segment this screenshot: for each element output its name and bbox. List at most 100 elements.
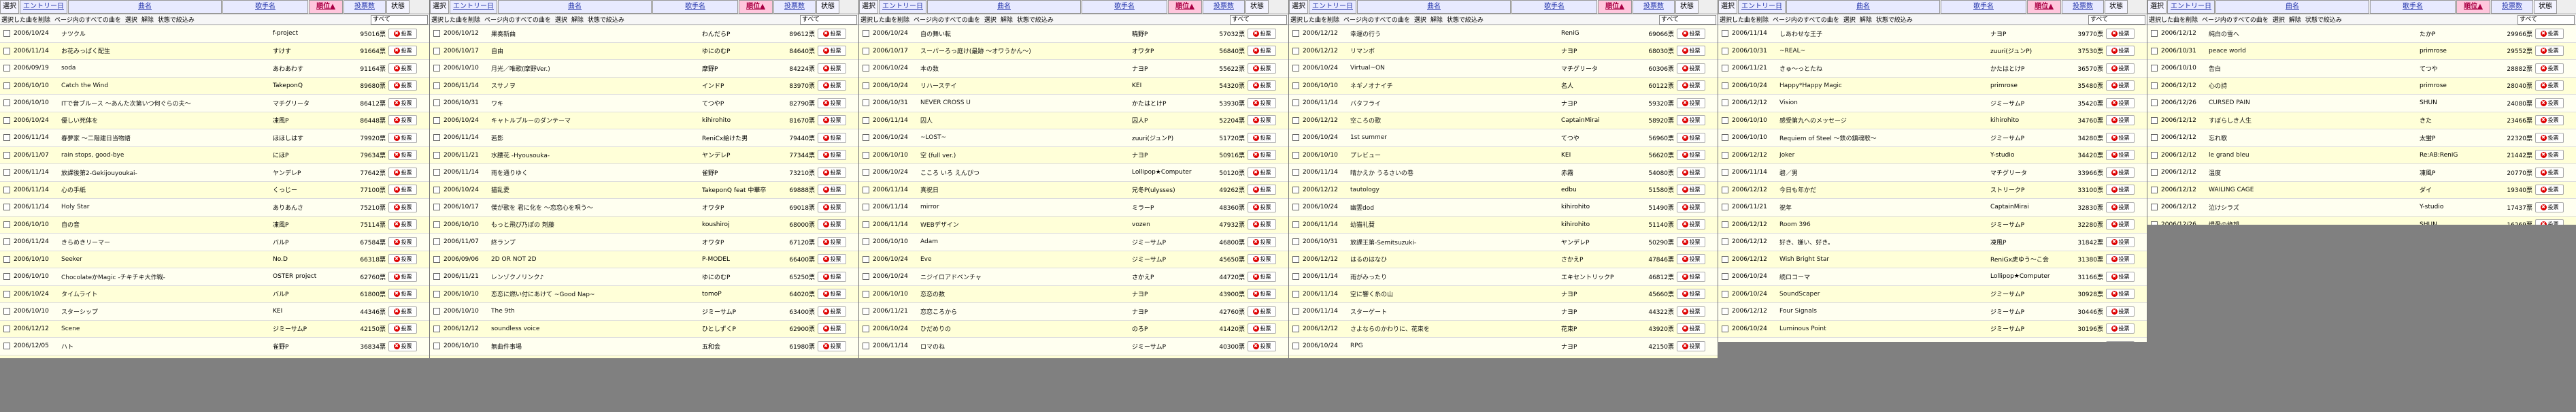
row-checkbox[interactable] [3,343,10,350]
row-checkbox[interactable] [1292,308,1299,315]
row-checkbox[interactable] [3,325,10,332]
row-checkbox[interactable] [863,151,869,159]
vote-button[interactable]: ✖投票 [1677,132,1705,143]
vote-button[interactable]: ✖投票 [2106,80,2135,91]
row-checkbox[interactable] [2151,116,2158,124]
row-checkbox[interactable] [863,204,869,211]
vote-button[interactable]: ✖投票 [2106,28,2135,39]
vote-button[interactable]: ✖投票 [388,306,417,317]
vote-button[interactable]: ✖投票 [818,306,846,317]
row-checkbox[interactable] [2151,65,2158,72]
vote-button[interactable]: ✖投票 [2535,28,2564,39]
row-checkbox[interactable] [433,169,440,176]
vote-button[interactable]: ✖投票 [2106,202,2135,212]
row-checkbox[interactable] [1292,204,1299,211]
row-checkbox[interactable] [863,116,869,124]
row-checkbox[interactable] [433,99,440,107]
sort-song-title[interactable]: 曲名 [1357,0,1511,14]
row-checkbox[interactable] [1722,221,1728,228]
vote-button[interactable]: ✖投票 [2535,46,2564,57]
row-checkbox[interactable] [1722,65,1728,72]
vote-button[interactable]: ✖投票 [818,185,846,195]
sort-rank[interactable]: 順位▲ [1598,0,1632,14]
row-checkbox[interactable] [1722,134,1728,142]
vote-header[interactable]: 投票数 [1633,0,1675,14]
vote-button[interactable]: ✖投票 [818,254,846,265]
row-checkbox[interactable] [3,151,10,159]
vote-button[interactable]: ✖投票 [2535,202,2564,212]
row-checkbox[interactable] [1292,238,1299,246]
sort-rank[interactable]: 順位▲ [1168,0,1202,14]
vote-button[interactable]: ✖投票 [2106,63,2135,74]
row-checkbox[interactable] [1292,151,1299,159]
sort-singer[interactable]: 歌手名 [2370,0,2456,14]
row-checkbox[interactable] [863,343,869,350]
vote-button[interactable]: ✖投票 [388,63,417,74]
sort-song-title[interactable]: 曲名 [2215,0,2369,14]
select-all-link[interactable]: 選択 [1843,15,1856,24]
vote-header[interactable]: 投票数 [344,0,386,14]
vote-button[interactable]: ✖投票 [388,150,417,161]
deselect-all-link[interactable]: 解除 [141,15,154,24]
deselect-all-link[interactable]: 解除 [571,15,584,24]
row-checkbox[interactable] [1292,255,1299,263]
vote-button[interactable]: ✖投票 [1677,97,1705,108]
delete-selected-link[interactable]: 選択した曲を削除 [431,15,480,24]
vote-button[interactable]: ✖投票 [1677,150,1705,161]
row-checkbox[interactable] [1292,169,1299,176]
deselect-all-link[interactable]: 解除 [1001,15,1013,24]
row-checkbox[interactable] [1292,65,1299,72]
row-checkbox[interactable] [3,238,10,246]
delete-selected-link[interactable]: 選択した曲を削除 [1720,15,1769,24]
row-checkbox[interactable] [863,99,869,107]
row-checkbox[interactable] [433,116,440,124]
row-checkbox[interactable] [1722,290,1728,298]
state-filter-select[interactable]: すべて [1230,14,1287,25]
vote-button[interactable]: ✖投票 [2535,185,2564,195]
row-checkbox[interactable] [2151,30,2158,37]
vote-button[interactable]: ✖投票 [388,271,417,282]
vote-button[interactable]: ✖投票 [818,323,846,334]
vote-button[interactable]: ✖投票 [2535,63,2564,74]
row-checkbox[interactable] [1292,186,1299,193]
row-checkbox[interactable] [3,221,10,228]
row-checkbox[interactable] [1722,325,1728,332]
row-checkbox[interactable] [433,82,440,89]
vote-button[interactable]: ✖投票 [388,167,417,178]
row-checkbox[interactable] [433,186,440,193]
vote-button[interactable]: ✖投票 [1248,219,1276,230]
vote-button[interactable]: ✖投票 [388,80,417,91]
vote-button[interactable]: ✖投票 [2106,132,2135,143]
vote-button[interactable]: ✖投票 [818,46,846,57]
vote-button[interactable]: ✖投票 [1248,271,1276,282]
row-checkbox[interactable] [1722,169,1728,176]
row-checkbox[interactable] [2151,47,2158,54]
row-checkbox[interactable] [3,30,10,37]
vote-button[interactable]: ✖投票 [1677,63,1705,74]
delete-selected-link[interactable]: 選択した曲を削除 [1290,15,1339,24]
sort-song-title[interactable]: 曲名 [927,0,1081,14]
vote-button[interactable]: ✖投票 [2535,115,2564,126]
vote-button[interactable]: ✖投票 [2106,97,2135,108]
vote-button[interactable]: ✖投票 [2535,167,2564,178]
row-checkbox[interactable] [863,273,869,281]
row-checkbox[interactable] [1722,204,1728,211]
row-checkbox[interactable] [2151,204,2158,211]
deselect-all-link[interactable]: 解除 [1431,15,1443,24]
vote-button[interactable]: ✖投票 [818,236,846,247]
vote-button[interactable]: ✖投票 [1677,202,1705,212]
vote-button[interactable]: ✖投票 [2535,97,2564,108]
vote-button[interactable]: ✖投票 [2106,115,2135,126]
vote-button[interactable]: ✖投票 [2535,150,2564,161]
row-checkbox[interactable] [433,134,440,142]
sort-singer[interactable]: 歌手名 [1511,0,1597,14]
row-checkbox[interactable] [863,255,869,263]
row-checkbox[interactable] [433,151,440,159]
vote-button[interactable]: ✖投票 [818,80,846,91]
vote-button[interactable]: ✖投票 [1677,323,1705,334]
row-checkbox[interactable] [3,204,10,211]
vote-button[interactable]: ✖投票 [2106,167,2135,178]
sort-singer[interactable]: 歌手名 [652,0,738,14]
sort-song-title[interactable]: 曲名 [68,0,222,14]
sort-song-title[interactable]: 曲名 [1786,0,1940,14]
